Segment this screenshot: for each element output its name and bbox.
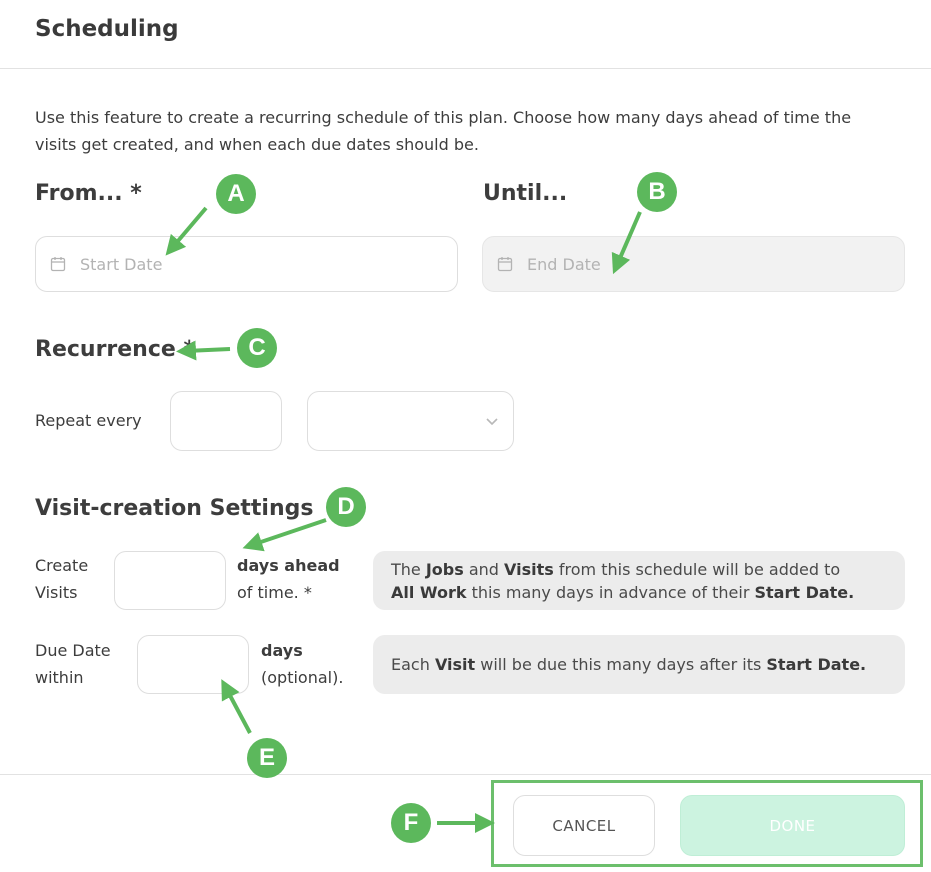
annotation-arrows	[165, 206, 642, 833]
arrow-e	[221, 679, 252, 734]
arrow-a	[165, 206, 208, 256]
annotation-badge-f: F	[391, 803, 431, 843]
arrow-d	[242, 518, 327, 552]
annotation-badge-e: E	[247, 738, 287, 778]
annotation-badge-d: D	[326, 487, 366, 527]
arrow-b	[611, 211, 642, 275]
annotation-badge-b: B	[637, 172, 677, 212]
arrow-c	[176, 340, 231, 361]
annotation-badge-a: A	[216, 174, 256, 214]
annotation-badge-c: C	[237, 328, 277, 368]
